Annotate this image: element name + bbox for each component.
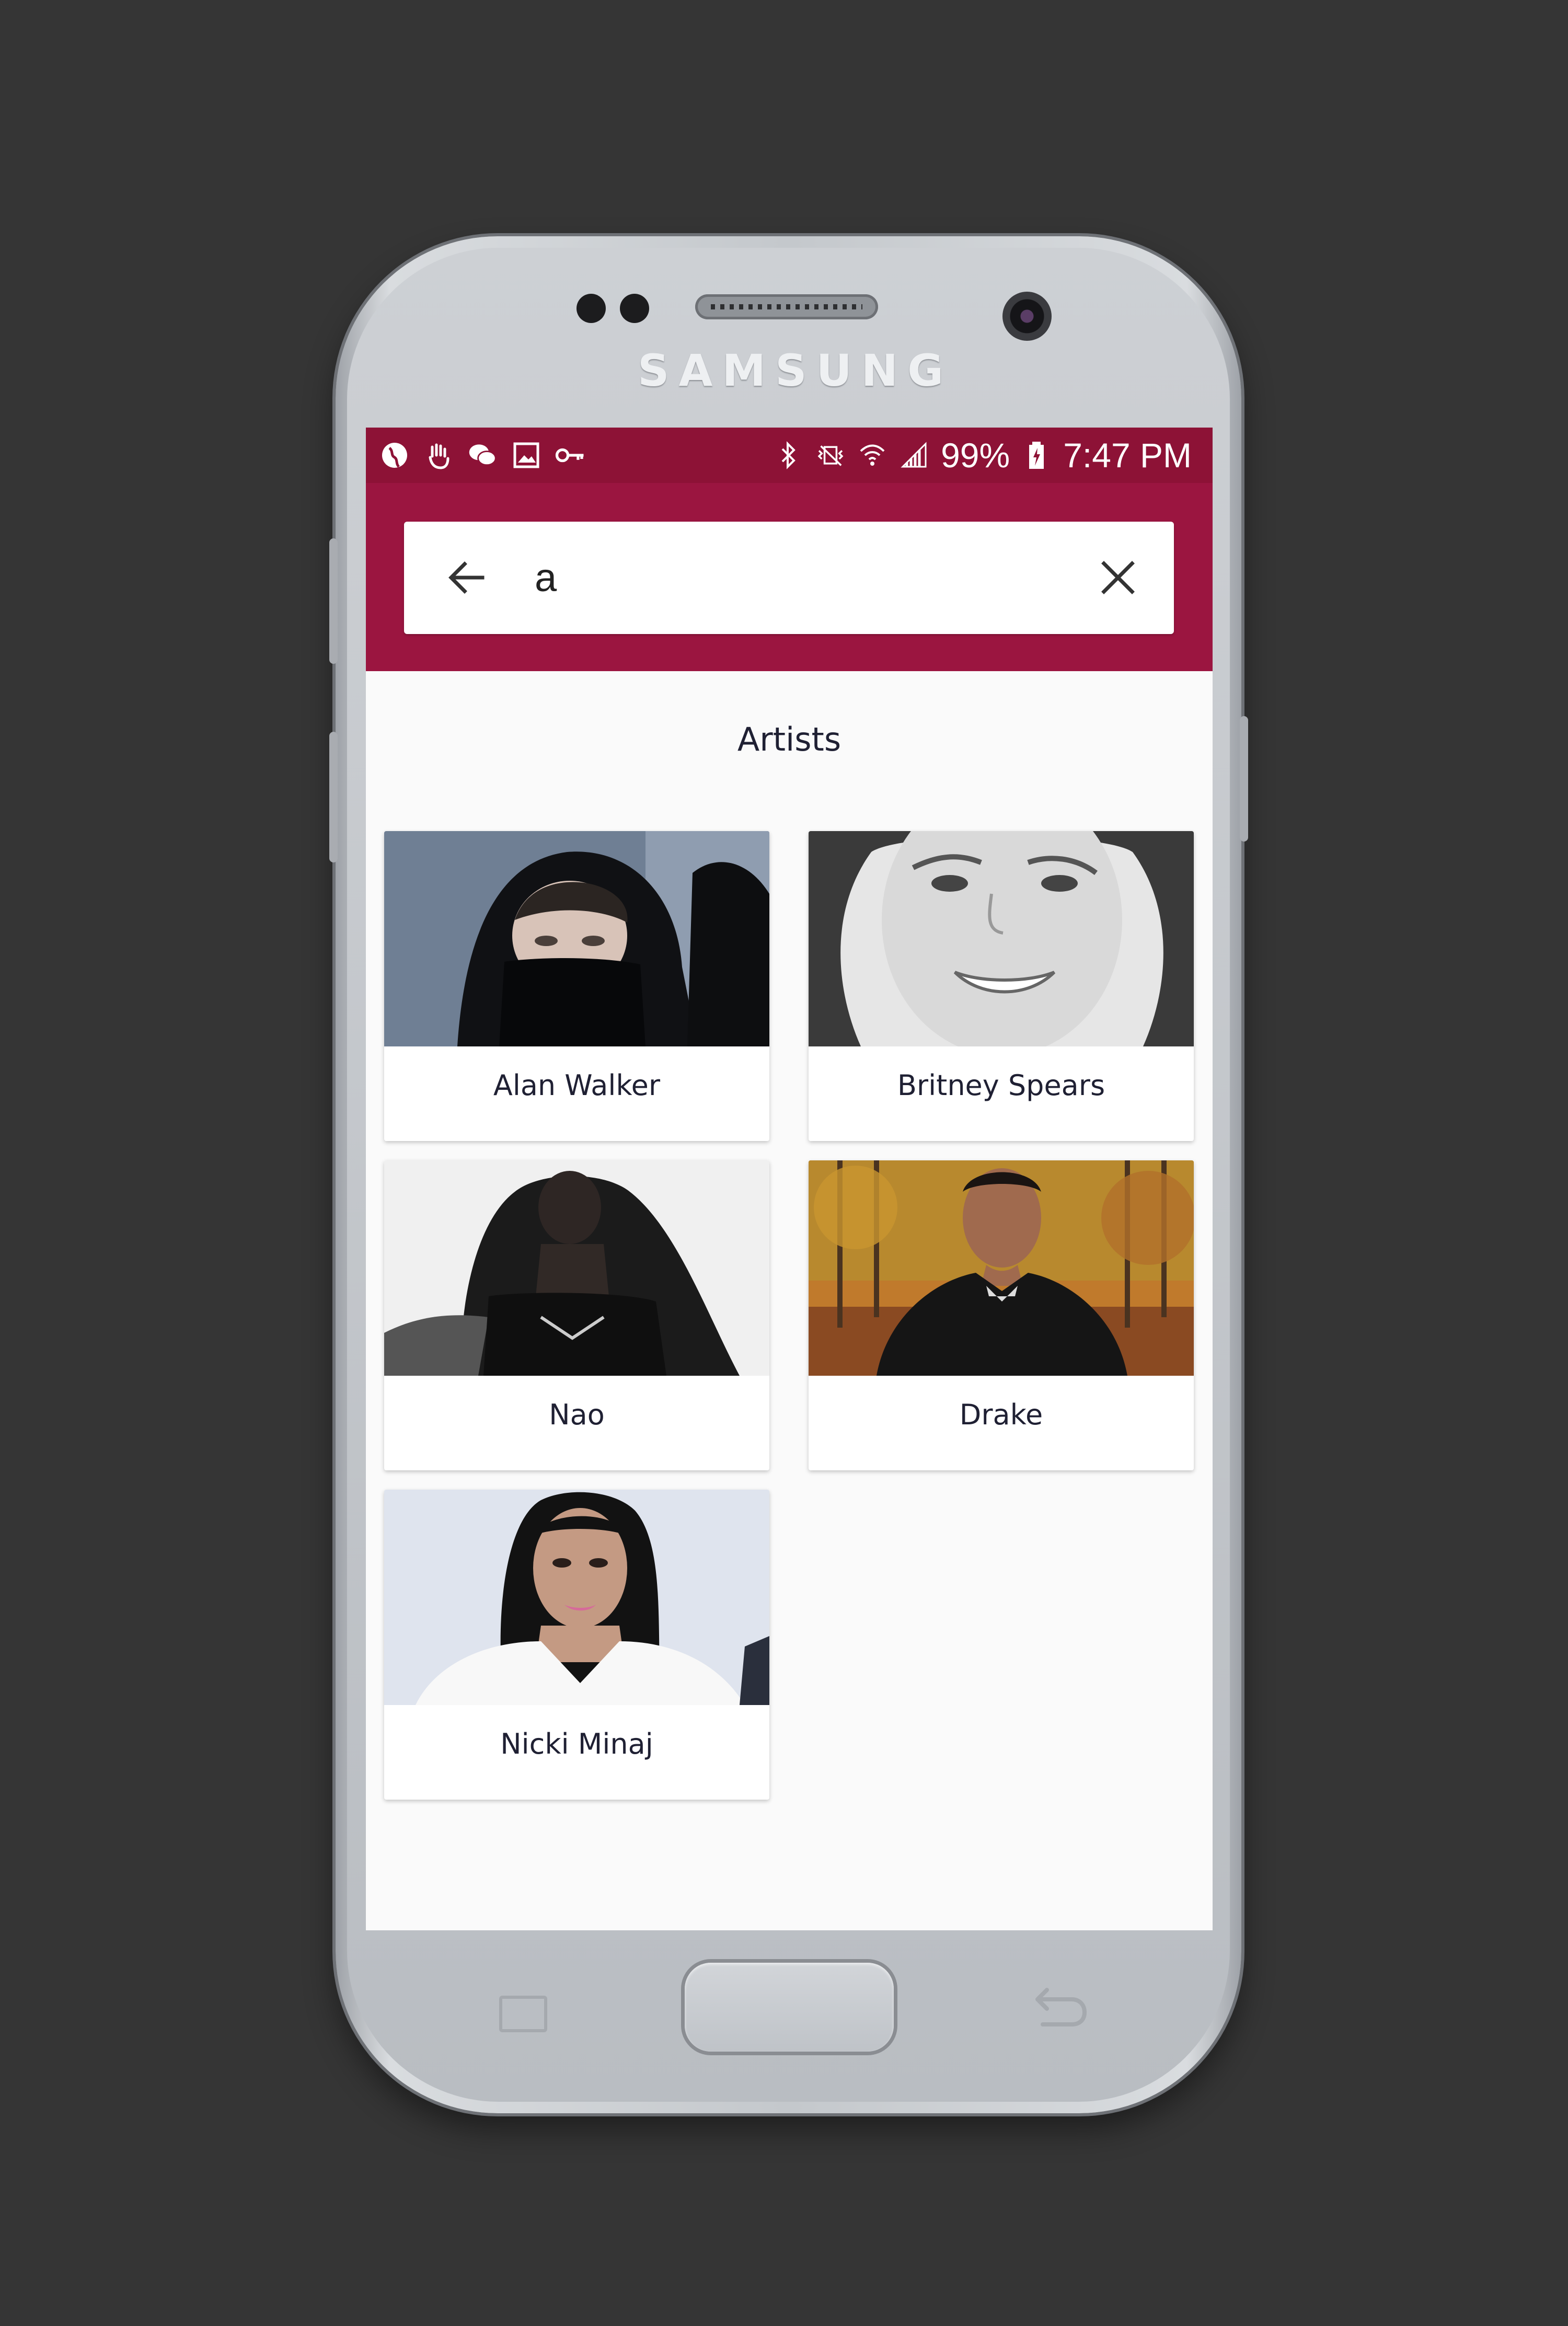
notification-icons bbox=[379, 428, 585, 483]
system-status: 99% 7:47 PM bbox=[774, 428, 1192, 483]
power-button bbox=[1240, 716, 1248, 842]
artist-card[interactable]: Nicki Minaj bbox=[384, 1490, 769, 1800]
status-bar: 99% 7:47 PM bbox=[366, 428, 1213, 483]
artist-photo bbox=[384, 831, 769, 1046]
artist-photo bbox=[809, 1160, 1194, 1376]
key-icon bbox=[555, 440, 585, 470]
artist-card[interactable]: Nao bbox=[384, 1160, 769, 1470]
artist-photo bbox=[809, 831, 1194, 1056]
recent-apps-icon bbox=[499, 1996, 547, 2032]
hand-icon bbox=[423, 440, 454, 470]
sensor-dot bbox=[577, 294, 606, 323]
volume-down-button bbox=[329, 732, 338, 862]
device-brand-logo: SAMSUNG bbox=[638, 345, 953, 396]
artist-card[interactable]: Drake bbox=[809, 1160, 1194, 1470]
search-app-bar bbox=[366, 483, 1213, 671]
artist-name: Nicki Minaj bbox=[500, 1728, 653, 1760]
image-icon bbox=[511, 440, 541, 470]
app-screen: 99% 7:47 PM Artists bbox=[366, 428, 1213, 1930]
volume-up-button bbox=[329, 538, 338, 664]
artist-name: Drake bbox=[959, 1398, 1043, 1431]
vibrate-icon bbox=[815, 440, 846, 470]
arrow-left-icon[interactable] bbox=[437, 549, 495, 606]
bluetooth-icon bbox=[774, 440, 804, 470]
wifi-icon bbox=[857, 440, 887, 470]
artist-card[interactable]: Britney Spears bbox=[809, 831, 1194, 1141]
clock: 7:47 PM bbox=[1063, 436, 1192, 475]
section-title: Artists bbox=[737, 720, 841, 758]
search-box bbox=[404, 522, 1174, 634]
globe-icon bbox=[379, 440, 410, 470]
chat-icon bbox=[467, 440, 498, 470]
earpiece-speaker bbox=[695, 294, 878, 319]
artist-photo bbox=[384, 1490, 769, 1705]
battery-icon bbox=[1021, 440, 1052, 470]
artist-name: Alan Walker bbox=[493, 1069, 661, 1102]
artist-photo bbox=[384, 1160, 769, 1376]
close-icon[interactable] bbox=[1089, 549, 1147, 606]
signal-icon bbox=[899, 440, 929, 470]
artist-name: Britney Spears bbox=[897, 1069, 1105, 1102]
back-icon bbox=[1022, 1984, 1090, 2031]
artist-card[interactable]: Alan Walker bbox=[384, 831, 769, 1141]
artist-name: Nao bbox=[549, 1398, 605, 1431]
battery-percentage: 99% bbox=[941, 436, 1010, 475]
front-camera bbox=[1002, 292, 1052, 341]
home-button bbox=[685, 1963, 894, 2052]
search-input[interactable] bbox=[534, 549, 1058, 607]
sensor-dot bbox=[620, 294, 649, 323]
